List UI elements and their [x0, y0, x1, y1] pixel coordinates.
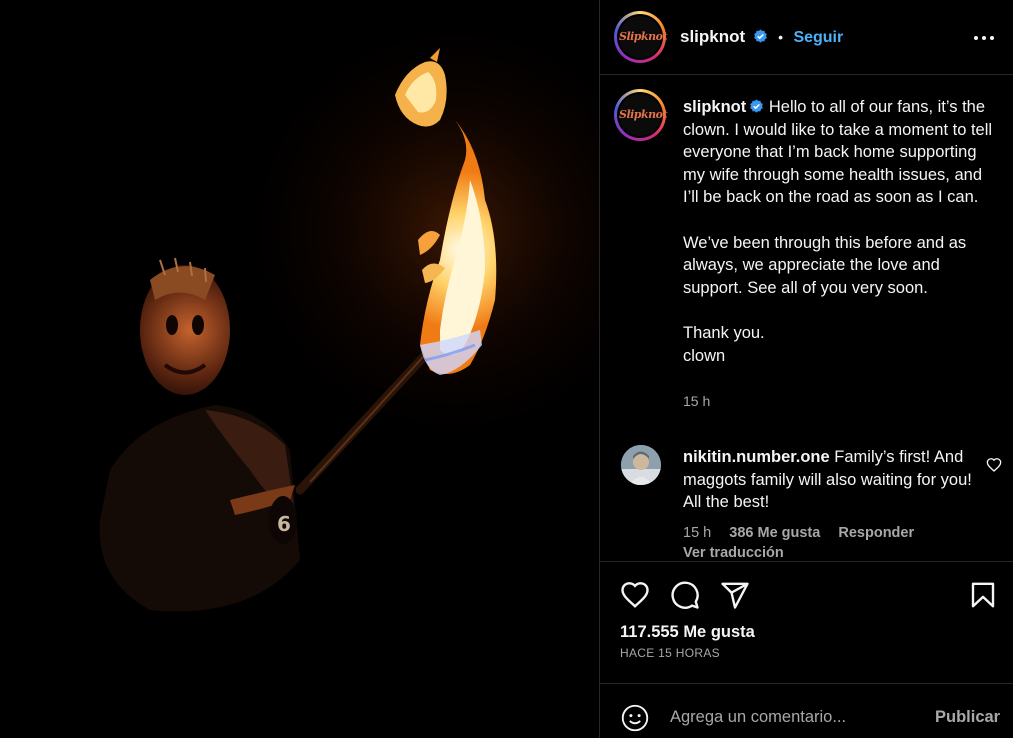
avatar-logo: Slipknot [619, 94, 668, 136]
caption-author-avatar[interactable]: Slipknot [614, 89, 668, 141]
verified-badge-icon [753, 29, 767, 43]
comment-composer: Publicar [600, 683, 1013, 738]
commenter-photo [621, 445, 661, 485]
header-separator: • [778, 29, 783, 45]
action-bar: 117.555 Me gusta HACE 15 HORAS [600, 561, 1013, 683]
verified-badge-icon [750, 99, 764, 113]
post-caption: slipknot Hello to all of our fans, it’s … [683, 96, 993, 412]
post-side-panel: Slipknot slipknot • Seguir Slipknot slip… [599, 0, 1013, 738]
comment-bubble-icon[interactable] [670, 580, 700, 610]
caption-time[interactable]: 15 h [683, 393, 710, 409]
comment-meta: 15 h 386 Me gusta Responder [683, 525, 928, 541]
like-count[interactable]: 117.555 Me gusta [620, 623, 755, 642]
comment-item: nikitin.number.one Family’s first! And m… [683, 446, 978, 514]
reply-button[interactable]: Responder [838, 525, 914, 541]
like-heart-icon[interactable] [620, 580, 650, 610]
post-header: Slipknot slipknot • Seguir [600, 0, 1013, 75]
commenter-username[interactable]: nikitin.number.one [683, 448, 830, 466]
author-avatar[interactable]: Slipknot [614, 11, 668, 63]
post-timestamp[interactable]: HACE 15 HORAS [620, 646, 720, 660]
share-send-icon[interactable] [720, 580, 750, 610]
caption-username[interactable]: slipknot [683, 98, 746, 116]
publish-button[interactable]: Publicar [935, 708, 1000, 727]
caption-body: Hello to all of our fans, it’s the clown… [683, 98, 993, 365]
emoji-icon[interactable] [621, 704, 649, 732]
comments-section[interactable]: Slipknot slipknot Hello to all of our fa… [600, 76, 1013, 560]
comment-likes[interactable]: 386 Me gusta [729, 525, 820, 541]
svg-text:6: 6 [277, 512, 291, 536]
author-username[interactable]: slipknot [680, 27, 745, 46]
more-horizontal-icon[interactable] [972, 28, 996, 48]
save-bookmark-icon[interactable] [968, 580, 998, 610]
follow-button[interactable]: Seguir [793, 29, 843, 46]
photo-scene: 6 [0, 0, 599, 738]
avatar-logo: Slipknot [619, 16, 668, 58]
post-photo[interactable]: 6 [0, 0, 599, 738]
comment-input[interactable] [670, 708, 920, 727]
see-translation-button[interactable]: Ver traducción [683, 545, 784, 560]
comment-like-icon[interactable] [986, 457, 1002, 473]
comment-time[interactable]: 15 h [683, 525, 711, 541]
commenter-avatar[interactable] [621, 445, 661, 485]
